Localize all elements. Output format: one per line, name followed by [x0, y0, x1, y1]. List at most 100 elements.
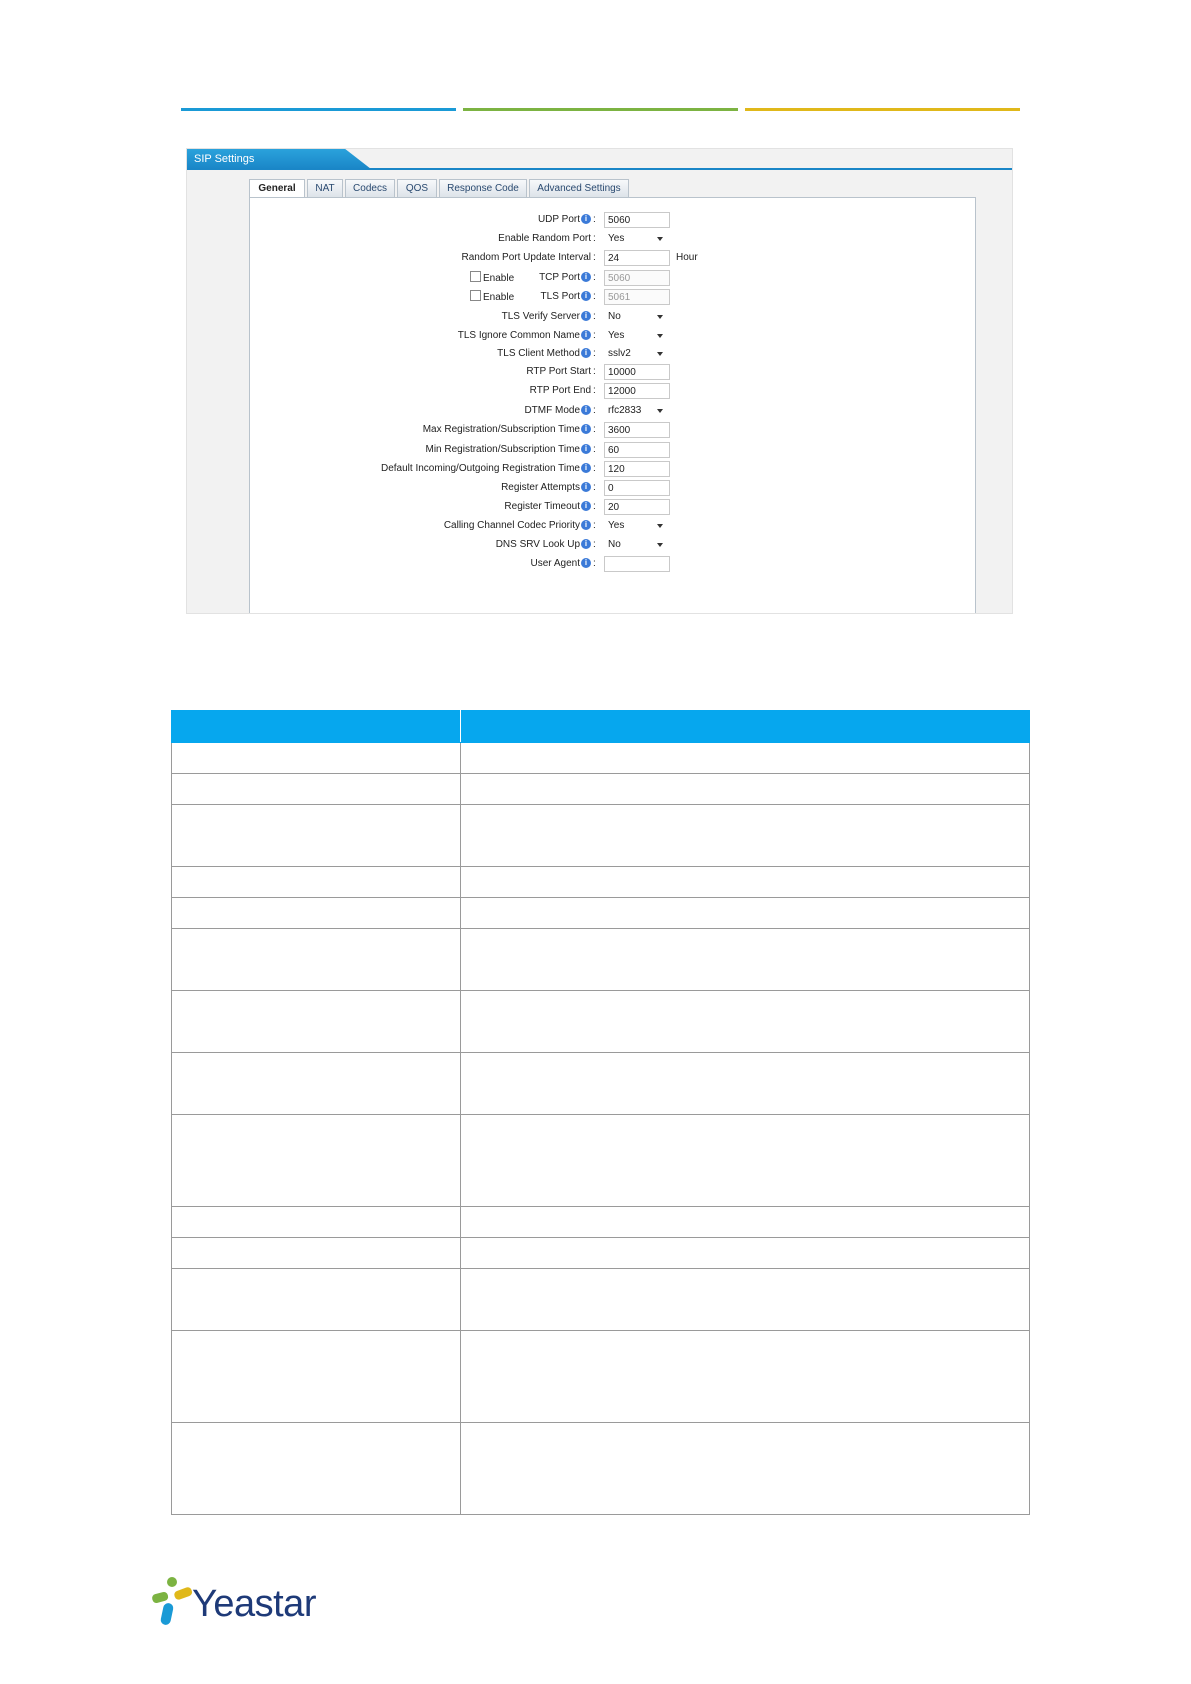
info-icon[interactable]: i: [581, 501, 591, 511]
info-icon[interactable]: i: [581, 272, 591, 282]
table-cell-name: [171, 1268, 461, 1331]
field-colon: :: [593, 252, 596, 263]
info-icon[interactable]: i: [581, 520, 591, 530]
tab-codecs[interactable]: Codecs: [345, 179, 395, 197]
select-tls-client-method[interactable]: sslv2: [604, 346, 667, 362]
input-user-agent[interactable]: [604, 556, 670, 572]
info-icon[interactable]: i: [581, 348, 591, 358]
field-label-user-agent: User Agent i: [531, 558, 591, 569]
field-row-default-incoming-outgoing-registration-time: Default Incoming/Outgoing Registration T…: [250, 461, 977, 479]
field-label-text: UDP Port: [537, 214, 580, 225]
table-row: [171, 1052, 1030, 1115]
table-cell-name: [171, 742, 461, 774]
input-random-port-update-interval[interactable]: 24: [604, 250, 670, 266]
chevron-down-icon: [657, 543, 663, 547]
tab-general[interactable]: General: [249, 179, 305, 199]
input-rtp-port-start[interactable]: 10000: [604, 364, 670, 380]
field-colon: :: [593, 214, 596, 225]
table-cell-description: [460, 1206, 1030, 1238]
checkbox-box[interactable]: [470, 271, 481, 282]
select-calling-channel-codec-priority[interactable]: Yes: [604, 518, 667, 534]
info-icon[interactable]: i: [581, 330, 591, 340]
field-colon: :: [593, 233, 596, 244]
table-row: [171, 1330, 1030, 1423]
tab-nat[interactable]: NAT: [307, 179, 343, 197]
select-enable-random-port[interactable]: Yes: [604, 231, 667, 247]
field-label-tls-verify-server: TLS Verify Server i: [502, 311, 591, 322]
field-colon: :: [593, 272, 596, 283]
settings-description-table: [171, 710, 1030, 1515]
field-label-text: Random Port Update Interval: [461, 252, 591, 263]
input-register-attempts[interactable]: 0: [604, 480, 670, 496]
input-min-registration-subscription-time[interactable]: 60: [604, 442, 670, 458]
table-cell-name: [171, 1237, 461, 1269]
field-label-text: TLS Ignore Common Name: [457, 330, 580, 341]
field-row-tls-client-method: TLS Client Method i: sslv2: [250, 346, 977, 364]
input-tls-port[interactable]: 5061: [604, 289, 670, 305]
info-icon[interactable]: i: [581, 558, 591, 568]
table-cell-description: [460, 804, 1030, 867]
select-value: Yes: [608, 330, 625, 341]
input-register-timeout[interactable]: 20: [604, 499, 670, 515]
info-icon[interactable]: i: [581, 214, 591, 224]
panel-title: SIP Settings: [187, 149, 371, 169]
field-label-tls-port: TLS Port i: [541, 291, 591, 302]
table-row: [171, 1206, 1030, 1238]
tab-advanced-settings[interactable]: Advanced Settings: [529, 179, 629, 197]
table-header-cell-2: [460, 710, 1030, 743]
input-default-incoming-outgoing-registration-time[interactable]: 120: [604, 461, 670, 477]
enable-checkbox-tcp-port[interactable]: Enable: [470, 271, 514, 284]
table-cell-name: [171, 866, 461, 898]
tab-response-code[interactable]: Response Code: [439, 179, 527, 197]
chevron-down-icon: [657, 334, 663, 338]
info-icon[interactable]: i: [581, 444, 591, 454]
enable-checkbox-tls-port[interactable]: Enable: [470, 290, 514, 303]
info-icon[interactable]: i: [581, 291, 591, 301]
field-colon: :: [593, 366, 596, 377]
field-label-text: RTP Port Start: [526, 366, 591, 377]
info-icon[interactable]: i: [581, 405, 591, 415]
table-row: [171, 1268, 1030, 1331]
table-row: [171, 928, 1030, 991]
input-tcp-port[interactable]: 5060: [604, 270, 670, 286]
checkbox-box[interactable]: [470, 290, 481, 301]
field-label-default-incoming-outgoing-registration-time: Default Incoming/Outgoing Registration T…: [381, 463, 591, 474]
field-row-tls-verify-server: TLS Verify Server i: No: [250, 309, 977, 327]
yeastar-logo: Yeastar: [150, 1575, 330, 1631]
field-label-text: Register Attempts: [501, 482, 580, 493]
field-label-enable-random-port: Enable Random Port: [498, 233, 591, 244]
table-cell-description: [460, 1330, 1030, 1423]
info-icon[interactable]: i: [581, 539, 591, 549]
select-tls-verify-server[interactable]: No: [604, 309, 667, 325]
tab-qos[interactable]: QOS: [397, 179, 437, 197]
field-label-max-registration-subscription-time: Max Registration/Subscription Time i: [423, 424, 591, 435]
input-rtp-port-end[interactable]: 12000: [604, 383, 670, 399]
table-row: [171, 742, 1030, 774]
table-row: [171, 990, 1030, 1053]
info-icon[interactable]: i: [581, 311, 591, 321]
field-row-dtmf-mode: DTMF Mode i: rfc2833: [250, 403, 977, 421]
select-dns-srv-look-up[interactable]: No: [604, 537, 667, 553]
select-value: No: [608, 311, 621, 322]
table-cell-name: [171, 897, 461, 929]
field-label-calling-channel-codec-priority: Calling Channel Codec Priority i: [444, 520, 591, 531]
field-row-register-timeout: Register Timeout i:20: [250, 499, 977, 517]
chevron-down-icon: [657, 237, 663, 241]
info-icon[interactable]: i: [581, 424, 591, 434]
field-row-enable-random-port: Enable Random Port: Yes: [250, 231, 977, 249]
input-udp-port[interactable]: 5060: [604, 212, 670, 228]
select-tls-ignore-common-name[interactable]: Yes: [604, 328, 667, 344]
select-dtmf-mode[interactable]: rfc2833: [604, 403, 667, 419]
table-row: [171, 773, 1030, 805]
input-max-registration-subscription-time[interactable]: 3600: [604, 422, 670, 438]
field-row-tls-ignore-common-name: TLS Ignore Common Name i: Yes: [250, 328, 977, 346]
checkbox-label: Enable: [483, 273, 515, 284]
info-icon[interactable]: i: [581, 482, 591, 492]
field-colon: :: [593, 291, 596, 302]
info-icon[interactable]: i: [581, 463, 591, 473]
field-colon: :: [593, 444, 596, 455]
field-row-tls-port: TLS Port i: Enable 5061: [250, 289, 977, 307]
field-colon: :: [593, 501, 596, 512]
field-label-register-attempts: Register Attempts i: [501, 482, 591, 493]
header-line-green: [463, 108, 738, 111]
